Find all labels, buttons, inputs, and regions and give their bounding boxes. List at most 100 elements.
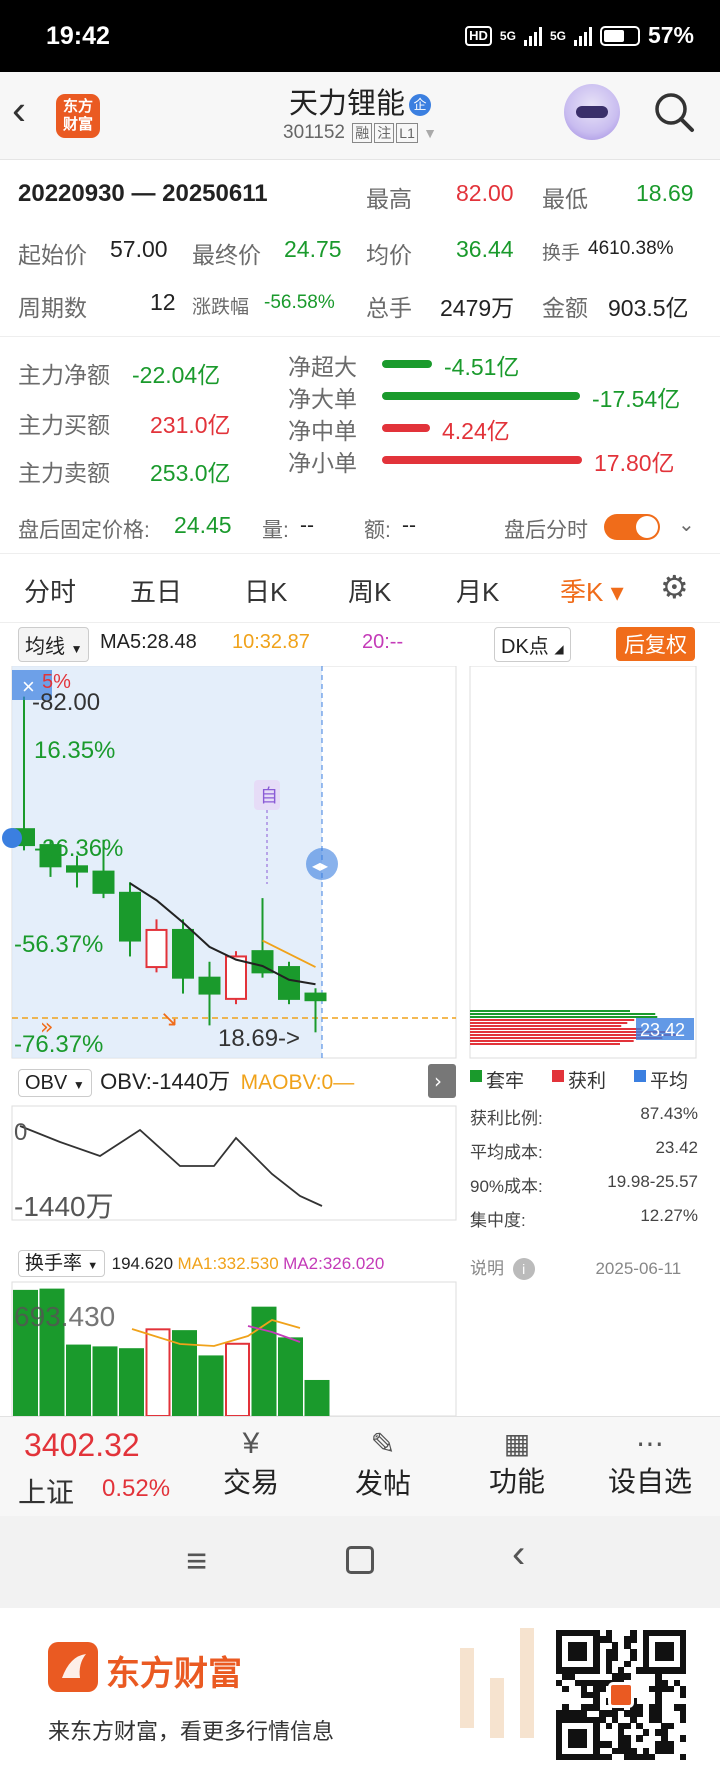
zoom-arrows-icon[interactable]: ↘ [160, 1007, 178, 1032]
search-icon[interactable] [652, 90, 696, 134]
after-hours-amt: -- [402, 514, 416, 537]
ma-select[interactable]: 均线 ▼ [18, 627, 90, 662]
double-chevron-icon[interactable]: » [40, 1015, 53, 1040]
tag-registered: 注 [374, 123, 395, 143]
stock-header: ‹ 东方财富 天力锂能企 301152 融注 L1 ▼ [0, 72, 720, 160]
date-range: 20220930 — 20250611 [18, 180, 268, 207]
tab-3[interactable]: 周K [348, 572, 391, 609]
chip-bar [470, 1019, 635, 1021]
menu-icon[interactable]: ≡ [186, 1540, 207, 1582]
flow-bar [382, 360, 432, 368]
back-nav-icon[interactable]: ‹ [512, 1532, 525, 1577]
qr-module [605, 1722, 612, 1730]
nav-trade[interactable]: ¥ 交易 [216, 1427, 286, 1501]
index-name[interactable]: 上证 [18, 1471, 74, 1511]
expand-indicator-button[interactable] [428, 1064, 456, 1098]
divider [0, 336, 720, 337]
kline-chart-area: × 5% -82.00 16.35% -36.36% -56.37% -76.3… [2, 666, 697, 1416]
after-hours-toggle-label: 盘后分时 [504, 519, 588, 542]
summary-panel: 20220930 — 20250611 最高 82.00 最低 18.69 起始… [0, 160, 720, 330]
period-tabs: 分时 五日 日K 周K 月K 季K ▾ ⚙ [0, 553, 720, 623]
turnover-bar [92, 1346, 118, 1416]
dk-select[interactable]: DK点 ◢ [494, 627, 571, 662]
obv-bottom-label: -1440万 [14, 1191, 114, 1222]
tab-5[interactable]: 季K ▾ [560, 572, 624, 609]
turnover-ma1: MA1:332.530 [177, 1254, 279, 1273]
candle-body [278, 966, 300, 1000]
hd-icon: HD [465, 25, 492, 46]
nav-functions[interactable]: ▦ 功能 [482, 1427, 552, 1500]
qr-module [667, 1654, 674, 1662]
after-hours-toggle[interactable] [604, 514, 660, 540]
network-5g-label: 5G [499, 28, 516, 43]
chart-toolbar: 均线 ▼ MA5:28.48 10:32.87 20:-- DK点 ◢ 后复权 [0, 627, 720, 663]
flow-value: -17.54亿 [592, 386, 681, 412]
assistant-robot-icon[interactable] [564, 84, 620, 140]
flow-bar [382, 424, 430, 432]
change-value: -56.58% [264, 292, 335, 313]
settings-gear-icon[interactable]: ⚙ [660, 568, 689, 606]
qr-module [624, 1722, 631, 1730]
tab-2[interactable]: 日K [244, 572, 287, 609]
decorative-candles [460, 1628, 534, 1738]
bottom-nav: 3402.32 上证 0.52% ¥ 交易 ✎ 发帖 ▦ 功能 ⋯ 设自选 [0, 1416, 720, 1516]
self-mark-label: 自 [260, 786, 278, 807]
qr-module [562, 1685, 569, 1693]
chevron-down-icon[interactable]: ⌄ [678, 512, 695, 537]
ma-select-label: 均线 [25, 636, 65, 658]
high-value: 82.00 [456, 180, 514, 206]
adjust-button[interactable]: 后复权 [616, 627, 695, 661]
nav-add-watchlist[interactable]: ⋯ 设自选 [600, 1427, 700, 1500]
chip-bar [470, 1022, 628, 1024]
change-label: 涨跌幅 [192, 297, 250, 318]
periods-label: 周期数 [18, 295, 87, 321]
turnover-bar [251, 1306, 277, 1416]
legend-swatch [634, 1070, 646, 1082]
candle-body [225, 955, 247, 1000]
system-nav-bar: ≡ ‹ [0, 1516, 720, 1608]
flow-label: 净小单 [288, 450, 357, 476]
sell-main-label: 主力卖额 [18, 460, 110, 486]
maobv-value: MAOBV:0— [240, 1071, 355, 1094]
avg-value: 36.44 [456, 236, 514, 262]
chip-bar [470, 1010, 630, 1012]
net-main-label: 主力净额 [18, 362, 110, 388]
turnover-bar [119, 1348, 144, 1416]
index-value[interactable]: 3402.32 [24, 1427, 140, 1464]
legend-label: 套牢 [486, 1071, 525, 1092]
qr-module [642, 1729, 650, 1736]
nav-post[interactable]: ✎ 发帖 [348, 1427, 418, 1502]
brand-logo-icon [48, 1642, 98, 1692]
index-change: 0.52% [102, 1475, 171, 1502]
home-icon[interactable] [346, 1546, 374, 1574]
tab-1[interactable]: 五日 [130, 572, 182, 609]
flow-label: 净中单 [288, 418, 357, 444]
chip-stat-value: 87.43% [640, 1104, 698, 1123]
after-hours-price-label: 盘后固定价格: [18, 519, 150, 542]
sell-main-value: 253.0亿 [150, 460, 231, 486]
turnover-select[interactable]: 换手率 ▼ [18, 1250, 106, 1277]
qr-logo-icon [608, 1682, 634, 1708]
qr-module [630, 1654, 637, 1662]
volume-label: 总手 [366, 295, 412, 321]
flow-bar [382, 392, 580, 400]
info-icon[interactable]: i [512, 1258, 535, 1280]
periods-value: 12 [150, 289, 176, 315]
turnover-select-label: 换手率 [25, 1253, 83, 1274]
qr-module [679, 1691, 687, 1699]
obv-select[interactable]: OBV ▼ [18, 1069, 92, 1097]
chip-bar [470, 1028, 642, 1030]
qr-module [636, 1710, 643, 1717]
obv-value: OBV:-1440万 [100, 1069, 231, 1094]
tab-0[interactable]: 分时 [24, 572, 76, 609]
nav-add-watchlist-label: 设自选 [607, 1466, 692, 1497]
pct-label-2: -36.36% [34, 835, 123, 862]
legend-swatch [552, 1070, 564, 1082]
chevron-right-icon: › [434, 1069, 442, 1093]
low-label: 最低 [542, 186, 588, 212]
turnover-bar [198, 1355, 224, 1416]
ma20-value: 20:-- [362, 631, 404, 653]
high-price-label: -82.00 [32, 689, 100, 716]
left-handle-icon[interactable] [2, 828, 22, 848]
tab-4[interactable]: 月K [456, 572, 499, 609]
